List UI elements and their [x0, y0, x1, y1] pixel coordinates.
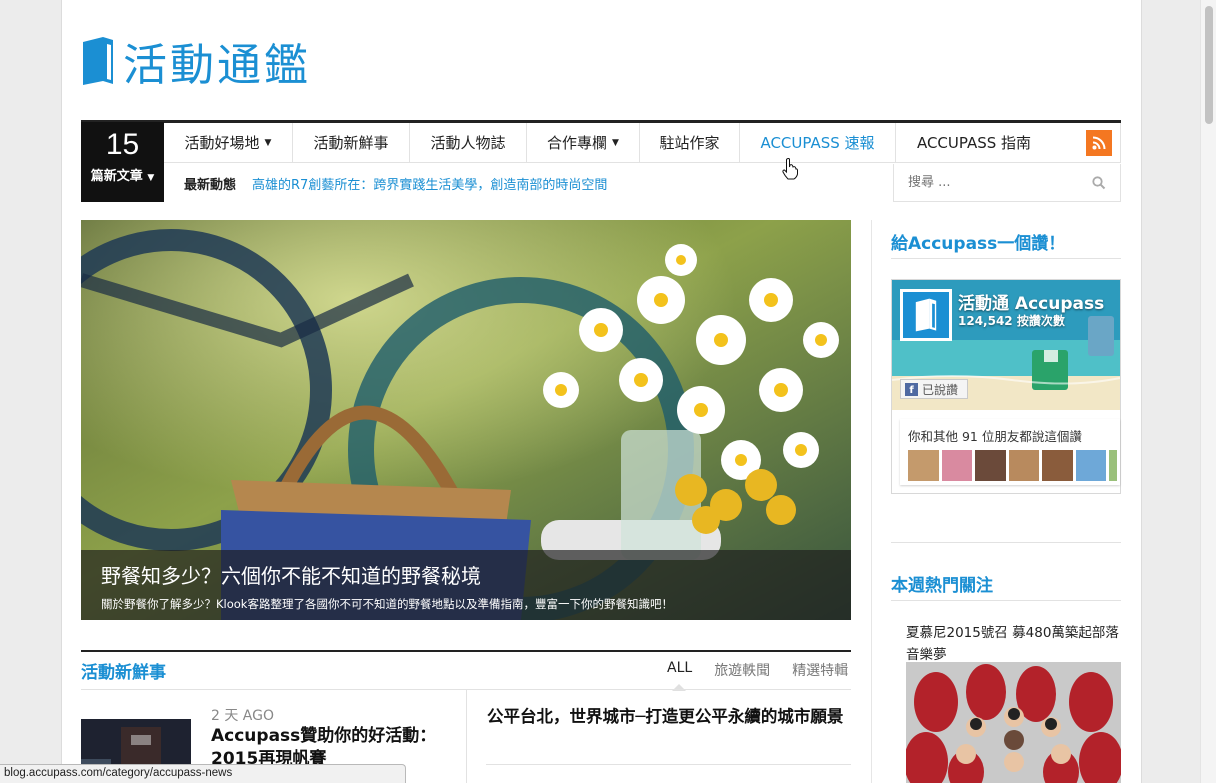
sidebar-divider [871, 220, 872, 783]
main-nav: 15 篇新文章 ▼ 活動好場地 ▼ 活動新鮮事 活動人物誌 合作專欄 ▼ 駐站作家 … [81, 120, 1121, 202]
facebook-like-box: 活動通 Accupass 124,542 按讚次數 f 已說讚 你和其他 91 … [891, 279, 1121, 494]
news-date: 2 天 AGO [211, 708, 275, 724]
caret-down-icon: ▼ [264, 137, 272, 148]
friend-avatar[interactable] [1042, 450, 1073, 481]
menu-item-venues[interactable]: 活動好場地 ▼ [164, 123, 293, 162]
logo-text: 活動通鑑 [123, 40, 311, 91]
friends-like-text: 你和其他 91 位朋友都說這個讚 [908, 429, 1082, 444]
friend-avatar[interactable] [1075, 450, 1107, 481]
friend-avatar[interactable] [1109, 450, 1117, 481]
news-tabs: ALL 旅遊軼聞 精選特輯 [667, 660, 848, 691]
menu-item-accupass-news[interactable]: ACCUPASS 速報 [740, 123, 896, 162]
hot-item-image[interactable] [906, 662, 1121, 783]
column-divider [466, 689, 467, 783]
facebook-page-name[interactable]: 活動通 Accupass [958, 289, 1104, 314]
featured-article[interactable]: 野餐知多少？六個你不能不知道的野餐秘境 關於野餐你了解多少？Klook客路整理了… [81, 220, 851, 620]
liked-label: 已說讚 [922, 382, 959, 397]
ticker-label: 最新動態 [184, 177, 237, 193]
search-icon[interactable] [1092, 176, 1106, 190]
menu-item-label: 活動好場地 [184, 134, 260, 152]
tab-all[interactable]: ALL [667, 660, 692, 691]
divider [81, 650, 851, 652]
menu-item-label: 合作專欄 [547, 134, 608, 152]
friend-faces [908, 450, 1120, 481]
divider [891, 600, 1121, 601]
facebook-cover: 活動通 Accupass 124,542 按讚次數 f 已說讚 [892, 280, 1120, 410]
book-logo-icon [83, 37, 113, 85]
featured-caption: 野餐知多少？六個你不能不知道的野餐秘境 關於野餐你了解多少？Klook客路整理了… [81, 550, 851, 620]
page-avatar[interactable] [900, 289, 952, 341]
menu-item-accupass-guide[interactable]: ACCUPASS 指南 [896, 123, 1052, 162]
rss-icon [1092, 136, 1106, 150]
facebook-icon: f [905, 382, 918, 396]
divider [891, 258, 1121, 259]
friend-avatar[interactable] [1008, 450, 1040, 481]
menu-item-label: 活動人物誌 [430, 134, 506, 152]
news-headline[interactable]: 公平台北，世界城市─打造更公平永續的城市願景 [487, 705, 847, 728]
tab-travel[interactable]: 旅遊軼聞 [714, 660, 770, 680]
tab-featured[interactable]: 精選特輯 [792, 660, 848, 680]
menu-item-writers[interactable]: 駐站作家 [640, 123, 740, 162]
facebook-friends-panel: 你和其他 91 位朋友都說這個讚 [900, 419, 1120, 485]
new-articles-counter[interactable]: 15 篇新文章 ▼ [81, 122, 164, 202]
new-articles-count: 15 [105, 128, 140, 161]
friend-avatar[interactable] [908, 450, 939, 481]
featured-description: 關於野餐你了解多少？Klook客路整理了各國你不可不知道的野餐地點以及準備指南，… [101, 597, 673, 611]
like-widget-title: 給Accupass一個讚！ [891, 234, 1066, 254]
search-input[interactable] [908, 175, 1078, 190]
hot-item-title[interactable]: 夏慕尼2015號召 募480萬築起部落音樂夢 [906, 622, 1122, 666]
caret-down-icon: ▼ [612, 137, 619, 148]
menu-bar: 活動好場地 ▼ 活動新鮮事 活動人物誌 合作專欄 ▼ 駐站作家 ACCUPASS 速… [164, 123, 1121, 163]
divider [486, 764, 851, 765]
ticker-link[interactable]: 高雄的R7創藝所在：跨界實踐生活美學，創造南部的時尚空間 [252, 174, 607, 193]
book-logo-icon [915, 298, 937, 332]
rss-button[interactable] [1086, 130, 1112, 156]
search-box [893, 164, 1121, 202]
divider [891, 542, 1121, 543]
menu-item-label: ACCUPASS 速報 [760, 134, 875, 152]
liked-button[interactable]: f 已說讚 [900, 379, 968, 399]
site-logo[interactable]: 活動通鑑 [81, 34, 311, 91]
menu-item-partner-columns[interactable]: 合作專欄 ▼ [527, 123, 640, 162]
hot-widget-title: 本週熱門關注 [891, 576, 993, 596]
menu-item-event-news[interactable]: 活動新鮮事 [293, 123, 410, 162]
menu-item-people[interactable]: 活動人物誌 [410, 123, 527, 162]
menu-item-label: 駐站作家 [659, 134, 720, 152]
facebook-like-count: 124,542 按讚次數 [958, 314, 1065, 328]
hot-item-photo [906, 662, 1121, 783]
featured-title[interactable]: 野餐知多少？六個你不能不知道的野餐秘境 [101, 560, 831, 589]
menu-item-label: 活動新鮮事 [313, 134, 389, 152]
new-articles-label: 篇新文章 [90, 169, 143, 184]
friend-avatar[interactable] [941, 450, 973, 481]
vertical-scrollbar[interactable] [1200, 0, 1216, 783]
menu-item-label: ACCUPASS 指南 [916, 134, 1032, 152]
news-section-title[interactable]: 活動新鮮事 [81, 658, 166, 683]
hand-cursor-icon [782, 158, 798, 180]
caret-down-icon: ▼ [147, 173, 155, 183]
status-bar-url: blog.accupass.com/category/accupass-news [0, 764, 406, 783]
friend-avatar[interactable] [975, 450, 1006, 481]
scrollbar-thumb[interactable] [1205, 6, 1213, 124]
